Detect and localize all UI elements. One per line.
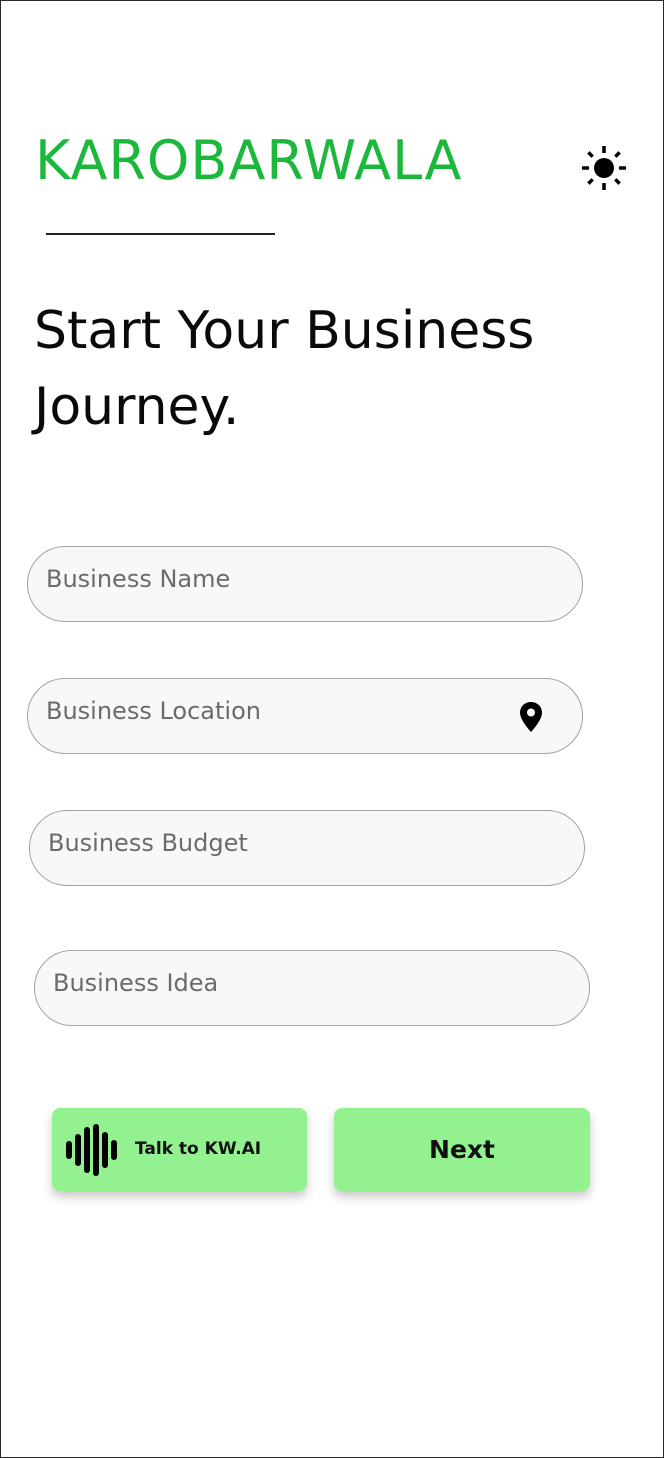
sun-icon (582, 146, 626, 190)
location-pin-icon[interactable] (518, 701, 544, 733)
next-button[interactable]: Next (334, 1108, 590, 1191)
sound-wave-icon (66, 1124, 117, 1176)
business-idea-field[interactable] (34, 950, 590, 1026)
business-location-field[interactable] (27, 678, 583, 754)
brand-logo-text: KAROBARWALA (35, 129, 463, 192)
business-budget-field[interactable] (29, 810, 585, 886)
talk-to-ai-label: Talk to KW.AI (135, 1139, 262, 1159)
business-name-input[interactable] (46, 557, 486, 601)
talk-to-ai-button[interactable]: Talk to KW.AI (52, 1108, 307, 1191)
business-name-field[interactable] (27, 546, 583, 622)
business-idea-input[interactable] (53, 961, 493, 1005)
app-screen: KAROBARWALA Start Your Business Journey. (0, 0, 664, 1458)
next-button-label: Next (429, 1135, 495, 1164)
business-location-input[interactable] (46, 689, 486, 733)
business-budget-input[interactable] (48, 821, 488, 865)
page-title: Start Your Business Journey. (34, 301, 535, 437)
theme-toggle-button[interactable] (579, 143, 629, 193)
brand-underline-divider (46, 233, 275, 235)
